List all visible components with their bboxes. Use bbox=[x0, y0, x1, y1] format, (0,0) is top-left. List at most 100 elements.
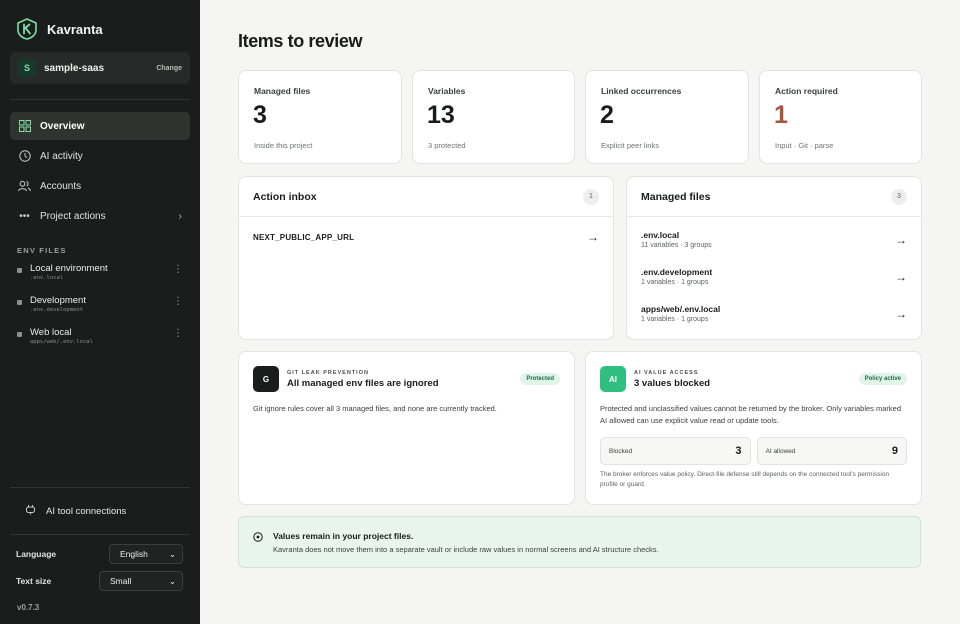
count-badge: 1 bbox=[583, 188, 599, 205]
stat-card-managed-files[interactable]: Managed files 3 Inside this project bbox=[238, 70, 402, 164]
env-files-section-label: ENV FILES bbox=[17, 246, 67, 255]
metric-label: Blocked bbox=[609, 447, 633, 455]
blocked-metric: Blocked 3 bbox=[600, 437, 751, 465]
note-body: Kavranta does not move them into a separ… bbox=[273, 545, 659, 554]
fine-print: The broker enforces value policy. Direct… bbox=[600, 471, 890, 488]
app-name: Kavranta bbox=[47, 21, 103, 37]
change-project-button[interactable]: Change bbox=[156, 65, 182, 72]
feature-header: AI AI VALUE ACCESS 3 values blocked Poli… bbox=[586, 352, 921, 392]
file-name: apps/web/.env.local bbox=[641, 304, 721, 314]
panel-title: Action inbox bbox=[253, 190, 317, 203]
stat-value: 1 bbox=[774, 101, 788, 129]
file-dot-icon bbox=[17, 332, 22, 337]
arrow-right-icon: → bbox=[895, 269, 907, 284]
language-value: English bbox=[120, 549, 148, 559]
managed-file-row[interactable]: .env.local 11 variables · 3 groups → bbox=[627, 221, 921, 258]
chevron-down-icon: ⌄ bbox=[168, 575, 176, 586]
language-select[interactable]: English ⌄ bbox=[109, 544, 183, 564]
page-title: Items to review bbox=[238, 31, 363, 51]
file-dot-icon bbox=[17, 268, 22, 273]
feature-title: All managed env files are ignored bbox=[287, 377, 439, 389]
project-switcher[interactable]: S sample-saas Change bbox=[10, 52, 190, 84]
inbox-item-key: NEXT_PUBLIC_APP_URL bbox=[253, 232, 355, 242]
env-file-path: .env.development bbox=[30, 307, 83, 313]
managed-file-row[interactable]: .env.development 1 variables · 1 groups … bbox=[627, 258, 921, 295]
feature-eyebrow: AI VALUE ACCESS bbox=[634, 369, 699, 376]
arrow-right-icon: → bbox=[895, 306, 907, 321]
nav-item-ai-activity[interactable]: AI activity bbox=[10, 142, 190, 170]
project-avatar: S bbox=[18, 59, 36, 77]
stat-value: 3 bbox=[253, 101, 267, 129]
env-file-path: .env.local bbox=[30, 275, 64, 281]
ai-tool-connections-label: AI tool connections bbox=[46, 505, 127, 517]
file-meta: 1 variables · 1 groups bbox=[641, 279, 709, 286]
ai-tool-connections-button[interactable]: AI tool connections bbox=[0, 488, 200, 534]
nav-item-label: Accounts bbox=[40, 180, 82, 192]
stat-subtext: Input · Git · parse bbox=[775, 141, 834, 150]
main-content: Items to review Managed files 3 Inside t… bbox=[200, 0, 960, 624]
stat-card-variables[interactable]: Variables 13 3 protected bbox=[412, 70, 575, 164]
metric-row: Blocked 3 AI allowed 9 bbox=[586, 437, 921, 465]
project-name: sample-saas bbox=[44, 62, 105, 74]
ai-allowed-metric: AI allowed 9 bbox=[756, 437, 907, 465]
nav-item-accounts[interactable]: Accounts bbox=[10, 172, 190, 200]
nav-item-overview[interactable]: Overview bbox=[10, 112, 190, 140]
sidebar-footer: AI tool connections Language English ⌄ T… bbox=[0, 487, 200, 612]
env-file-item[interactable]: Local environment .env.local ⋮ bbox=[0, 263, 200, 295]
action-inbox-panel: Action inbox 1 NEXT_PUBLIC_APP_URL → bbox=[238, 176, 614, 340]
clock-icon bbox=[18, 150, 31, 163]
env-file-list: Local environment .env.local ⋮ Developme… bbox=[0, 263, 200, 359]
note-title: Values remain in your project files. bbox=[273, 531, 414, 541]
feature-eyebrow: GIT LEAK PREVENTION bbox=[287, 369, 369, 376]
kebab-menu-icon[interactable]: ⋮ bbox=[173, 295, 183, 309]
brand: Kavranta bbox=[0, 0, 200, 42]
stat-label: Variables bbox=[428, 86, 466, 96]
stat-label: Linked occurrences bbox=[601, 86, 682, 96]
more-horizontal-icon: ••• bbox=[19, 210, 30, 222]
info-note: Values remain in your project files. Kav… bbox=[238, 516, 921, 568]
stat-value: 13 bbox=[427, 101, 455, 129]
stat-card-action-required[interactable]: Action required 1 Input · Git · parse bbox=[759, 70, 922, 164]
git-leak-prevention-card: G GIT LEAK PREVENTION All managed env fi… bbox=[238, 351, 575, 505]
status-badge: Policy active bbox=[858, 373, 907, 385]
managed-files-header: Managed files 3 bbox=[627, 177, 921, 217]
file-name: .env.local bbox=[641, 230, 680, 240]
nav-item-label: Overview bbox=[40, 120, 85, 132]
kebab-menu-icon[interactable]: ⋮ bbox=[173, 327, 183, 341]
file-name: .env.development bbox=[641, 267, 713, 277]
env-file-item[interactable]: Development .env.development ⋮ bbox=[0, 295, 200, 327]
panel-title: Managed files bbox=[641, 190, 711, 203]
action-inbox-header: Action inbox 1 bbox=[239, 177, 613, 217]
arrow-right-icon: → bbox=[587, 230, 599, 244]
file-meta: 1 variables · 1 groups bbox=[641, 316, 709, 323]
kebab-menu-icon[interactable]: ⋮ bbox=[173, 263, 183, 277]
text-size-select[interactable]: Small ⌄ bbox=[99, 571, 183, 591]
stat-subtext: Inside this project bbox=[254, 141, 313, 150]
feature-header: G GIT LEAK PREVENTION All managed env fi… bbox=[239, 352, 574, 392]
inbox-item[interactable]: NEXT_PUBLIC_APP_URL → bbox=[239, 217, 613, 257]
metric-value: 9 bbox=[891, 445, 898, 457]
metric-label: AI allowed bbox=[765, 447, 796, 455]
count-badge: 3 bbox=[891, 188, 907, 205]
stat-value: 2 bbox=[600, 101, 614, 129]
env-file-name: Local environment bbox=[30, 263, 108, 274]
nav-item-label: AI activity bbox=[40, 150, 83, 162]
git-icon: G bbox=[253, 366, 279, 392]
sidebar-divider bbox=[10, 534, 190, 535]
app-version: v0.7.3 bbox=[17, 603, 40, 612]
chevron-down-icon: ⌄ bbox=[168, 548, 176, 559]
info-circle-icon bbox=[253, 532, 263, 542]
stat-label: Managed files bbox=[254, 86, 311, 96]
env-file-path: apps/web/.env.local bbox=[30, 339, 93, 345]
text-size-label: Text size bbox=[16, 576, 52, 586]
nav-item-project-actions[interactable]: ••• Project actions › bbox=[10, 202, 190, 230]
env-file-item[interactable]: Web local apps/web/.env.local ⋮ bbox=[0, 327, 200, 359]
file-meta: 11 variables · 3 groups bbox=[641, 242, 712, 249]
env-file-name: Web local bbox=[30, 327, 72, 338]
stat-subtext: 3 protected bbox=[428, 141, 466, 150]
managed-file-row[interactable]: apps/web/.env.local 1 variables · 1 grou… bbox=[627, 295, 921, 332]
feature-title: 3 values blocked bbox=[634, 377, 711, 389]
stat-card-linked-occurrences[interactable]: Linked occurrences 2 Explicit peer links bbox=[585, 70, 749, 164]
kavranta-logo-icon bbox=[17, 18, 37, 40]
chevron-right-icon: › bbox=[178, 210, 182, 222]
